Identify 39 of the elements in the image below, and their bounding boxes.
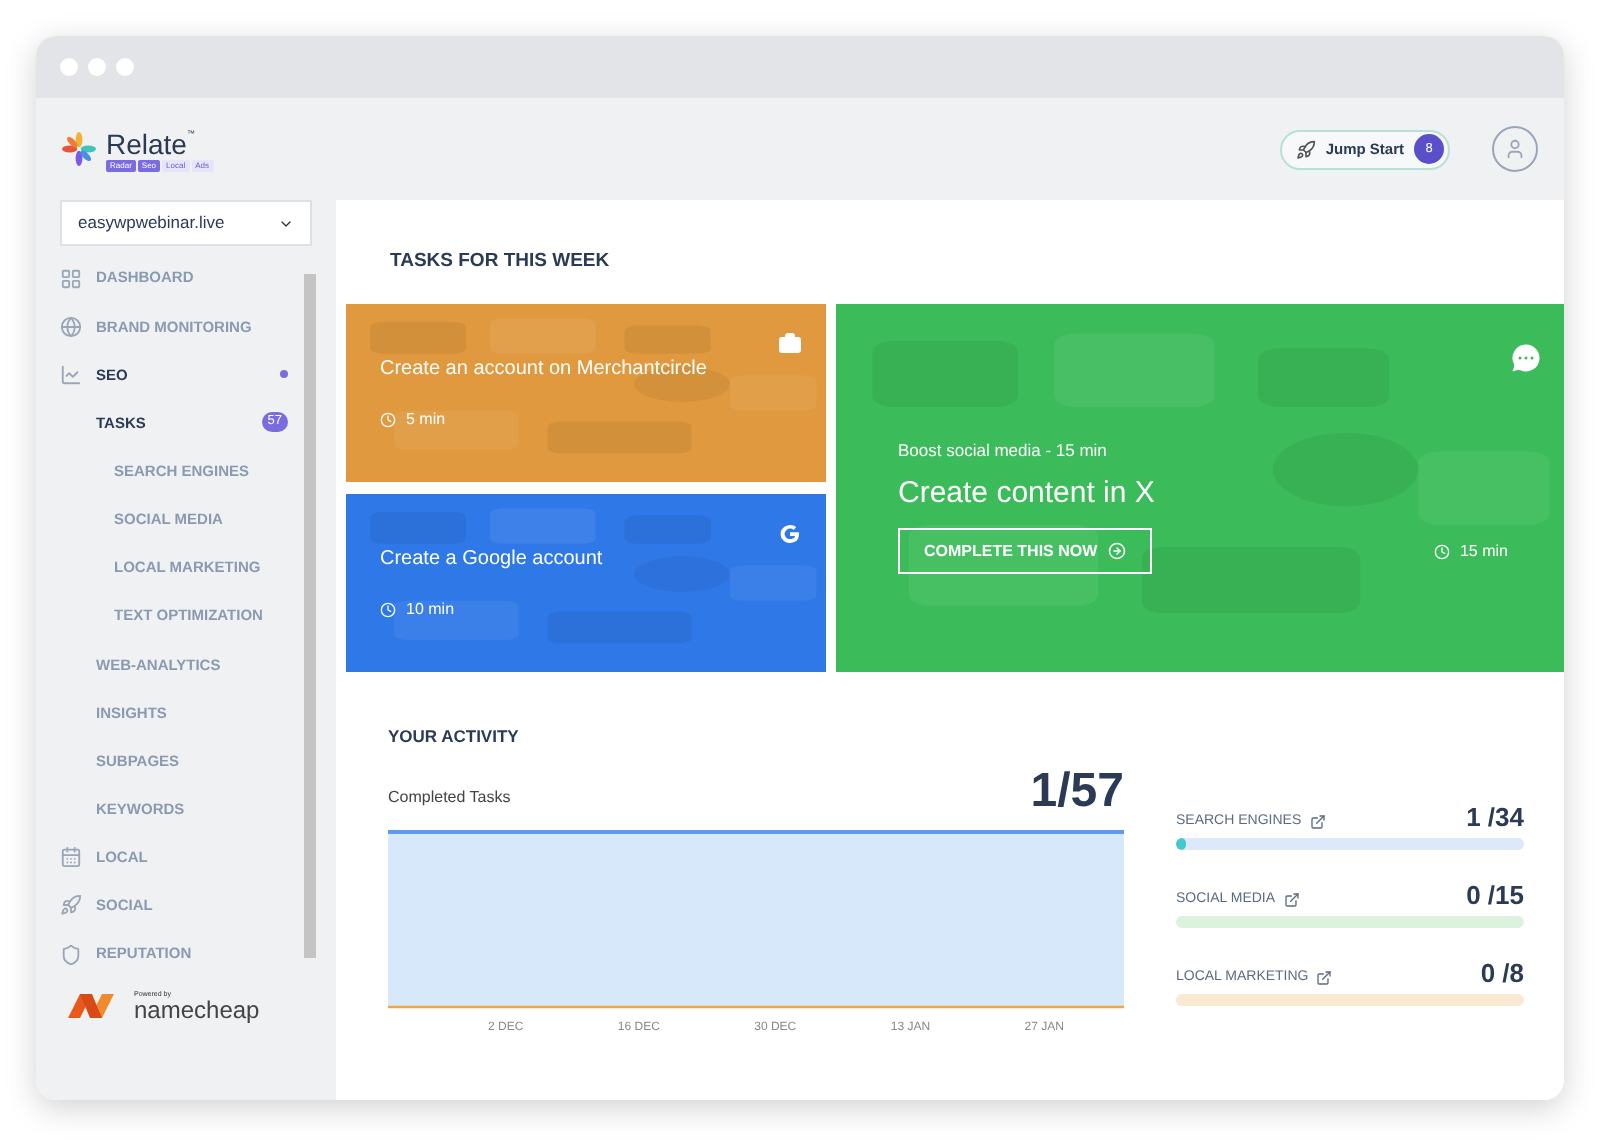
stat-value: 0 /8 (1480, 960, 1524, 989)
clock-icon (1433, 543, 1450, 560)
partner-name: namecheap (134, 998, 260, 1022)
chart-icon (60, 363, 82, 386)
google-icon (778, 522, 802, 547)
flower-logo-icon (62, 132, 96, 166)
completed-total: 1/57 (1030, 766, 1124, 818)
task-time: 10 min (406, 598, 455, 623)
user-icon (1504, 138, 1526, 160)
chart-label: Completed Tasks (388, 786, 511, 810)
task-title: Create a Google account (380, 546, 605, 575)
shield-icon (60, 943, 82, 966)
task-time: 15 min (1459, 539, 1508, 564)
profile-button[interactable] (1492, 126, 1538, 172)
grid-icon (60, 267, 82, 290)
globe-icon (60, 315, 82, 338)
rocket-icon (60, 894, 82, 917)
external-link-icon[interactable] (1283, 892, 1300, 909)
clock-icon (380, 602, 396, 619)
stat-value: 1 /34 (1466, 804, 1524, 833)
task-title: Create an account on Merchantcircle (380, 356, 709, 385)
stat-value: 0 /15 (1466, 882, 1524, 911)
complete-button[interactable]: COMPLETE THIS NOW (898, 528, 1152, 575)
task-subtitle: Boost social media - 15 min (898, 438, 1109, 464)
external-link-icon[interactable] (1309, 814, 1326, 831)
task-time: 5 min (406, 408, 446, 433)
rocket-icon (1295, 139, 1316, 159)
task-title: Create content in X (898, 473, 1157, 514)
section-title: TASKS FOR THIS WEEK (388, 248, 612, 276)
brand-name: Relate (106, 127, 187, 159)
clock-icon (380, 412, 396, 429)
scrollbar[interactable] (304, 274, 316, 958)
arrow-circle-icon (1107, 542, 1126, 561)
chat-icon (1508, 340, 1544, 377)
calendar-icon (60, 846, 82, 869)
external-link-icon[interactable] (1316, 970, 1333, 987)
site-select[interactable]: easywpwebinar.live (60, 200, 312, 246)
section-title: YOUR ACTIVITY (388, 724, 521, 750)
briefcase-icon (778, 332, 802, 357)
